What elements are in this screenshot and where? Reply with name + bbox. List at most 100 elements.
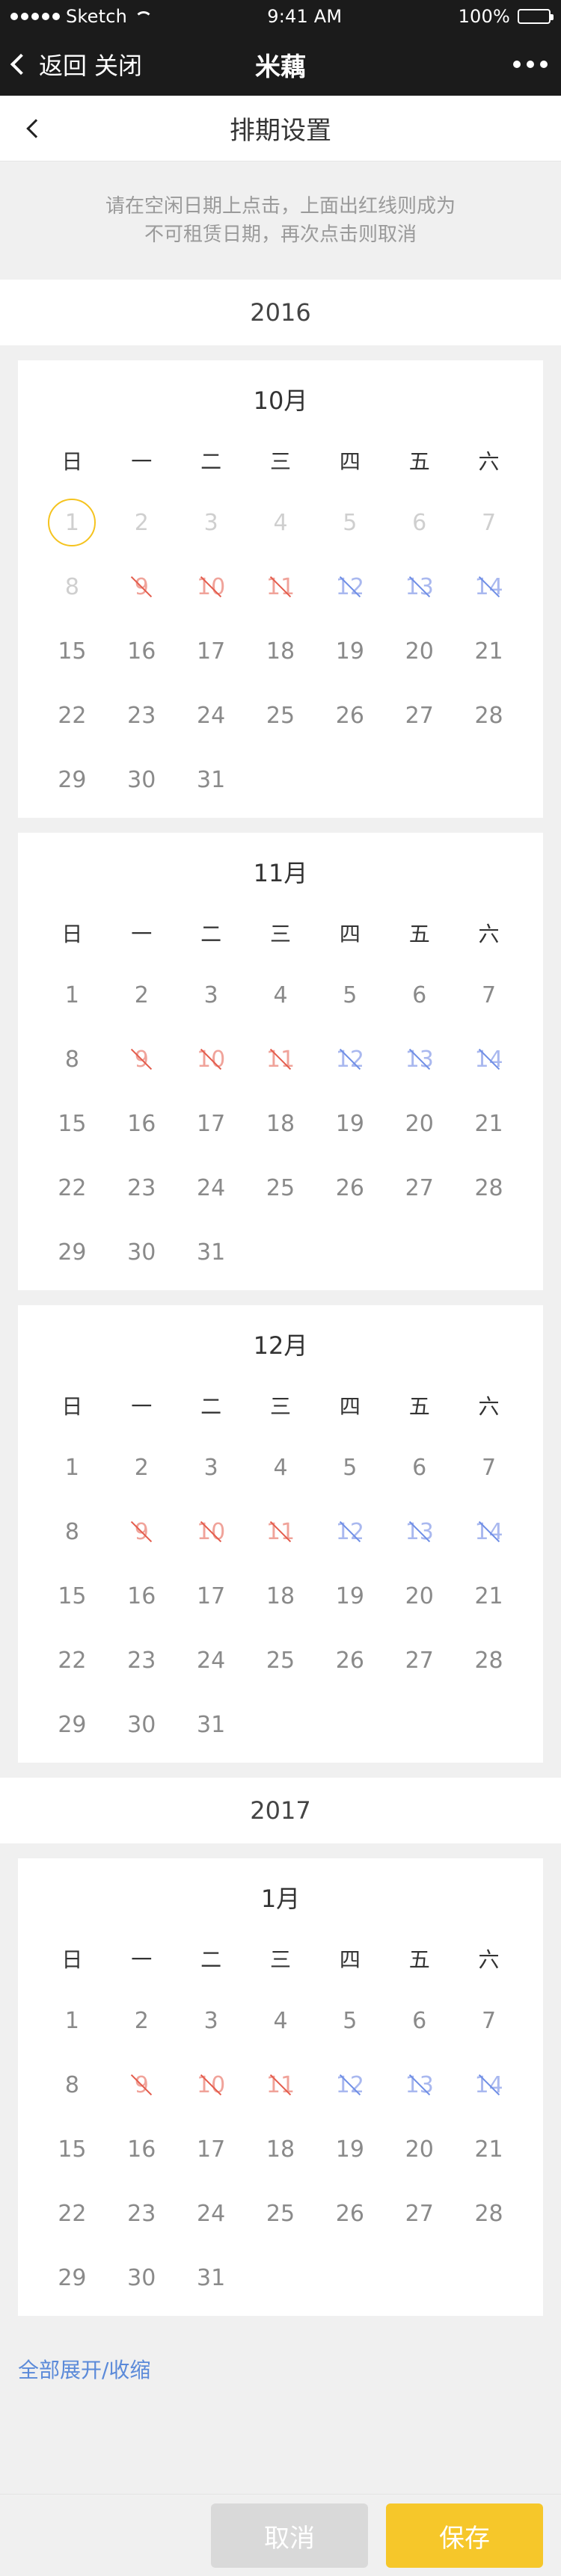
day-cell[interactable]: 24 [177,2181,246,2246]
day-cell[interactable]: 12 [315,2053,384,2117]
day-cell[interactable]: 22 [37,1156,107,1220]
day-cell[interactable]: 18 [246,1564,316,1628]
day-cell[interactable]: 1 [37,1435,107,1500]
day-cell[interactable]: 17 [177,619,246,683]
day-cell[interactable]: 6 [384,490,454,555]
day-cell[interactable]: 25 [246,2181,316,2246]
day-cell[interactable]: 16 [107,619,177,683]
day-cell[interactable]: 20 [384,1091,454,1156]
day-cell[interactable]: 25 [246,683,316,748]
day-cell[interactable]: 14 [454,555,524,619]
day-cell[interactable]: 2 [107,1988,177,2053]
day-cell[interactable]: 29 [37,1220,107,1284]
day-cell[interactable]: 26 [315,1156,384,1220]
day-cell[interactable]: 1 [37,1988,107,2053]
day-cell[interactable]: 7 [454,963,524,1027]
day-cell[interactable]: 3 [177,1988,246,2053]
day-cell[interactable]: 24 [177,1156,246,1220]
day-cell[interactable]: 31 [177,1692,246,1757]
day-cell[interactable]: 8 [37,555,107,619]
day-cell[interactable]: 11 [246,2053,316,2117]
day-cell[interactable]: 31 [177,1220,246,1284]
day-cell[interactable]: 15 [37,619,107,683]
expand-collapse-link[interactable]: 全部展开/收缩 [0,2331,561,2398]
day-cell[interactable]: 3 [177,1435,246,1500]
day-cell[interactable]: 13 [384,1027,454,1091]
day-cell[interactable]: 4 [246,1435,316,1500]
day-cell[interactable]: 11 [246,1500,316,1564]
day-cell[interactable]: 11 [246,1027,316,1091]
day-cell[interactable]: 5 [315,1435,384,1500]
day-cell[interactable]: 27 [384,1156,454,1220]
day-cell[interactable]: 28 [454,1628,524,1692]
day-cell[interactable]: 10 [177,1500,246,1564]
day-cell[interactable]: 8 [37,1500,107,1564]
day-cell[interactable]: 9 [107,1500,177,1564]
cancel-button[interactable]: 取消 [211,2503,368,2568]
day-cell[interactable]: 3 [177,963,246,1027]
day-cell[interactable]: 20 [384,1564,454,1628]
day-cell[interactable]: 6 [384,1435,454,1500]
day-cell[interactable]: 21 [454,2117,524,2181]
day-cell[interactable]: 28 [454,2181,524,2246]
day-cell[interactable]: 26 [315,683,384,748]
day-cell[interactable]: 4 [246,963,316,1027]
day-cell[interactable]: 22 [37,2181,107,2246]
more-icon[interactable] [513,61,548,68]
day-cell[interactable]: 15 [37,1091,107,1156]
day-cell[interactable]: 19 [315,2117,384,2181]
day-cell[interactable]: 8 [37,2053,107,2117]
day-cell[interactable]: 20 [384,2117,454,2181]
day-cell[interactable]: 10 [177,2053,246,2117]
day-cell[interactable]: 23 [107,1628,177,1692]
day-cell[interactable]: 1 [37,490,107,555]
day-cell[interactable]: 29 [37,2246,107,2310]
day-cell[interactable]: 30 [107,1220,177,1284]
day-cell[interactable]: 21 [454,1091,524,1156]
day-cell[interactable]: 30 [107,1692,177,1757]
day-cell[interactable]: 22 [37,1628,107,1692]
day-cell[interactable]: 15 [37,2117,107,2181]
day-cell[interactable]: 14 [454,2053,524,2117]
day-cell[interactable]: 17 [177,1564,246,1628]
day-cell[interactable]: 18 [246,2117,316,2181]
day-cell[interactable]: 20 [384,619,454,683]
day-cell[interactable]: 23 [107,2181,177,2246]
back-link[interactable]: 返回 [39,47,87,81]
day-cell[interactable]: 2 [107,490,177,555]
day-cell[interactable]: 26 [315,2181,384,2246]
day-cell[interactable]: 21 [454,619,524,683]
day-cell[interactable]: 14 [454,1027,524,1091]
day-cell[interactable]: 7 [454,1988,524,2053]
day-cell[interactable]: 17 [177,2117,246,2181]
day-cell[interactable]: 29 [37,748,107,812]
day-cell[interactable]: 12 [315,555,384,619]
day-cell[interactable]: 1 [37,963,107,1027]
day-cell[interactable]: 31 [177,2246,246,2310]
day-cell[interactable]: 24 [177,683,246,748]
day-cell[interactable]: 2 [107,963,177,1027]
day-cell[interactable]: 13 [384,555,454,619]
day-cell[interactable]: 19 [315,1091,384,1156]
day-cell[interactable]: 10 [177,1027,246,1091]
day-cell[interactable]: 31 [177,748,246,812]
day-cell[interactable]: 30 [107,2246,177,2310]
day-cell[interactable]: 13 [384,1500,454,1564]
day-cell[interactable]: 5 [315,490,384,555]
day-cell[interactable]: 12 [315,1500,384,1564]
day-cell[interactable]: 22 [37,683,107,748]
day-cell[interactable]: 23 [107,683,177,748]
day-cell[interactable]: 6 [384,963,454,1027]
close-link[interactable]: 关闭 [94,47,142,81]
day-cell[interactable]: 4 [246,1988,316,2053]
day-cell[interactable]: 19 [315,619,384,683]
day-cell[interactable]: 5 [315,1988,384,2053]
day-cell[interactable]: 23 [107,1156,177,1220]
day-cell[interactable]: 19 [315,1564,384,1628]
day-cell[interactable]: 14 [454,1500,524,1564]
day-cell[interactable]: 7 [454,1435,524,1500]
day-cell[interactable]: 2 [107,1435,177,1500]
day-cell[interactable]: 16 [107,2117,177,2181]
day-cell[interactable]: 25 [246,1628,316,1692]
day-cell[interactable]: 29 [37,1692,107,1757]
